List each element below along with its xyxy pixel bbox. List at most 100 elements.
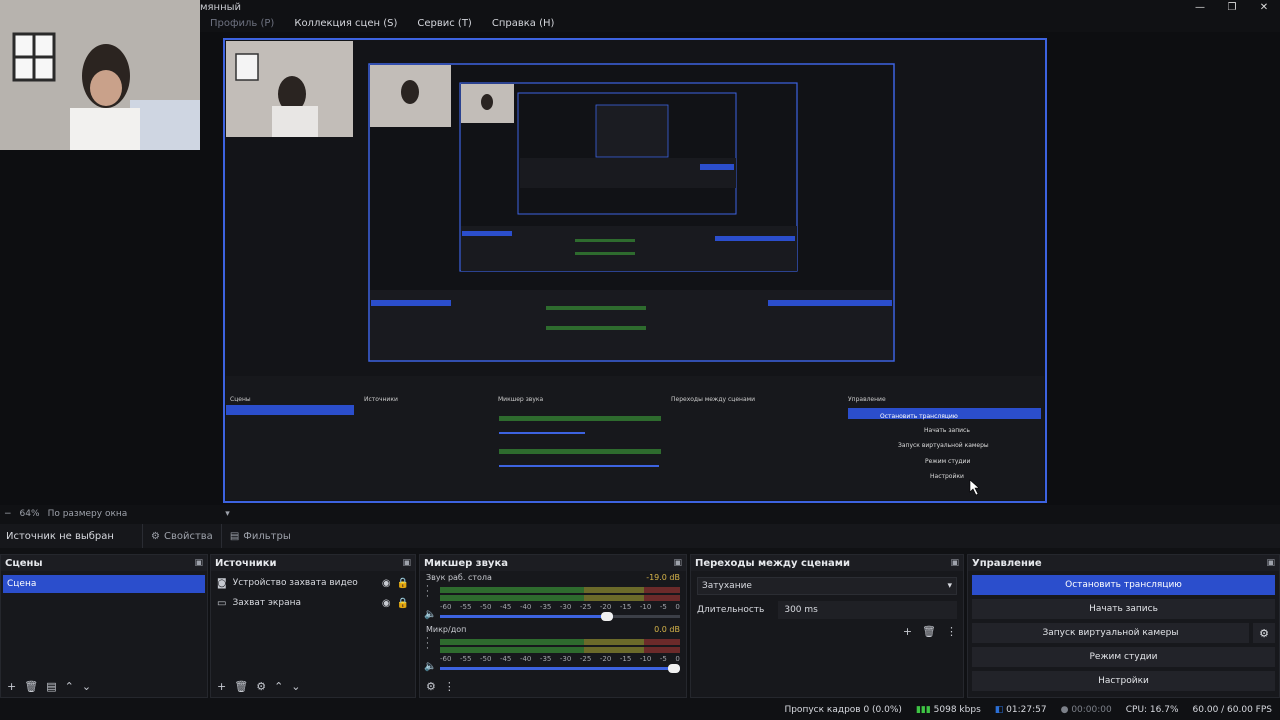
svg-text:Запуск виртуальной камеры: Запуск виртуальной камеры — [898, 442, 989, 449]
menu-dots-icon[interactable]: · · · — [426, 635, 429, 654]
move-down-icon[interactable]: ⌄ — [291, 680, 300, 693]
undock-icon[interactable]: ▣ — [1266, 558, 1275, 568]
transition-select[interactable]: Затухание ▾ — [697, 577, 957, 595]
settings-button[interactable]: Настройки — [972, 671, 1275, 691]
minimize-button[interactable]: — — [1184, 0, 1216, 14]
volume-slider[interactable] — [440, 664, 680, 673]
tick-label: -50 — [479, 655, 492, 663]
volume-slider[interactable] — [440, 612, 680, 621]
menu-tools[interactable]: Сервис (T) — [407, 16, 481, 32]
tick-label: 0 — [675, 655, 680, 663]
zoom-fit-mode[interactable]: По размеру окна — [44, 509, 132, 519]
svg-text:Настройки: Настройки — [930, 473, 964, 480]
mixer-header: Микшер звука ▣ — [420, 555, 686, 571]
svg-text:Остановить трансляцию: Остановить трансляцию — [880, 413, 958, 420]
tick-label: -5 — [659, 655, 667, 663]
move-up-icon[interactable]: ⌃ — [65, 680, 74, 693]
transitions-header: Переходы между сценами ▣ — [691, 555, 963, 571]
rec-time: 00:00:00 — [1071, 705, 1112, 715]
bitrate: 5098 kbps — [933, 705, 981, 715]
speaker-icon[interactable]: 🔈 — [424, 661, 436, 672]
trash-icon[interactable]: 🗑 — [922, 625, 936, 638]
tick-label: -25 — [579, 655, 592, 663]
eye-icon[interactable]: ◉ — [382, 578, 391, 589]
window-title: мянный — [200, 2, 242, 13]
gear-icon: ⚙ — [151, 530, 160, 542]
move-down-icon[interactable]: ⌄ — [82, 680, 91, 693]
menu-dots-icon[interactable]: ⋮ — [444, 680, 455, 693]
undock-icon[interactable]: ▣ — [673, 558, 682, 568]
add-icon[interactable]: + — [903, 625, 912, 638]
menu-bar: Профиль (P) Коллекция сцен (S) Сервис (T… — [200, 16, 564, 32]
source-item[interactable]: ▭ Захват экрана ◉ 🔒 — [211, 593, 415, 613]
duration-row: Длительность 300 ms — [697, 601, 957, 619]
volume-fill — [440, 615, 613, 618]
level-meter — [440, 595, 680, 601]
mixer-channel: Звук раб. стола -19.0 dB · · · -60 -55 -50 -4… — [420, 571, 686, 623]
stream-time: 01:27:57 — [1006, 705, 1047, 715]
svg-text:Управление: Управление — [848, 396, 886, 403]
chevron-down-icon[interactable]: ▾ — [221, 509, 234, 519]
tick-label: -55 — [459, 603, 472, 611]
tick-label: -30 — [559, 655, 572, 663]
trash-icon[interactable]: 🗑 — [24, 680, 38, 693]
undock-icon[interactable]: ▣ — [950, 558, 959, 568]
scenes-header: Сцены ▣ — [1, 555, 207, 571]
filters-button[interactable]: ▤ Фильтры — [220, 524, 299, 548]
maximize-button[interactable]: ❐ — [1216, 0, 1248, 14]
tick-label: -10 — [639, 655, 652, 663]
tick-label: -35 — [539, 603, 552, 611]
menu-help[interactable]: Справка (H) — [482, 16, 565, 32]
menu-dots-icon[interactable]: · · · — [426, 583, 429, 602]
duration-input[interactable]: 300 ms — [778, 601, 957, 619]
transitions-dock: Переходы между сценами ▣ Затухание ▾ Дли… — [690, 554, 964, 698]
volume-knob[interactable] — [600, 612, 613, 621]
tick-label: -10 — [639, 603, 652, 611]
lock-icon[interactable]: 🔒 — [397, 578, 409, 589]
trash-icon[interactable]: 🗑 — [234, 680, 248, 693]
controls-header: Управление ▣ — [968, 555, 1279, 571]
zoom-out-button[interactable]: − — [0, 509, 16, 519]
sources-footer: + 🗑 ⚙ ⌃ ⌄ — [211, 675, 415, 697]
move-up-icon[interactable]: ⌃ — [274, 680, 283, 693]
meter-ticks: -60 -55 -50 -45 -40 -35 -30 -25 -20 -15 -10 -5 0 — [440, 655, 680, 663]
close-button[interactable]: ✕ — [1248, 0, 1280, 14]
tick-label: -15 — [619, 603, 632, 611]
menu-dots-icon[interactable]: ⋮ — [946, 625, 957, 638]
gear-icon[interactable]: ⚙ — [256, 680, 266, 693]
start-recording-button[interactable]: Начать запись — [972, 599, 1275, 619]
tick-label: -30 — [559, 603, 572, 611]
filter-icon: ▤ — [229, 530, 240, 542]
add-icon[interactable]: + — [7, 680, 16, 693]
volume-knob[interactable] — [668, 664, 680, 673]
undock-icon[interactable]: ▣ — [194, 558, 203, 568]
eye-icon[interactable]: ◉ — [382, 598, 391, 609]
zoom-value: 64% — [19, 509, 40, 519]
scene-item[interactable]: Сцена — [3, 575, 205, 593]
gear-icon[interactable]: ⚙ — [1253, 623, 1275, 643]
filter-icon[interactable]: ▤ — [46, 680, 56, 693]
add-icon[interactable]: + — [217, 680, 226, 693]
mixer-title: Микшер звука — [424, 557, 508, 569]
rec-time-group: ● 00:00:00 — [1061, 705, 1112, 715]
controls-dock: Управление ▣ Остановить трансляцию Начат… — [967, 554, 1280, 698]
level-meter — [440, 587, 680, 593]
svg-text:Сцены: Сцены — [230, 396, 251, 403]
meter-ticks: -60 -55 -50 -45 -40 -35 -30 -25 -20 -15 -10 -5 0 — [440, 603, 680, 611]
speaker-icon[interactable]: 🔈 — [424, 609, 436, 620]
properties-button[interactable]: ⚙ Свойства — [142, 524, 221, 548]
menu-profile[interactable]: Профиль (P) — [200, 16, 284, 32]
virtual-camera-button[interactable]: Запуск виртуальной камеры — [972, 623, 1249, 643]
chevron-down-icon: ▾ — [947, 581, 952, 591]
source-item[interactable]: ◙ Устройство захвата видео ◉ 🔒 — [211, 573, 415, 593]
stop-stream-button[interactable]: Остановить трансляцию — [972, 575, 1275, 595]
menu-scene-collection[interactable]: Коллекция сцен (S) — [284, 16, 407, 32]
sources-title: Источники — [215, 557, 277, 569]
lock-icon[interactable]: 🔒 — [397, 598, 409, 609]
scenes-title: Сцены — [5, 557, 43, 569]
undock-icon[interactable]: ▣ — [402, 558, 411, 568]
advanced-audio-icon[interactable]: ⚙ — [426, 680, 436, 693]
studio-mode-button[interactable]: Режим студии — [972, 647, 1275, 667]
webcam-capture-image — [0, 0, 200, 150]
volume-fill — [440, 667, 680, 670]
